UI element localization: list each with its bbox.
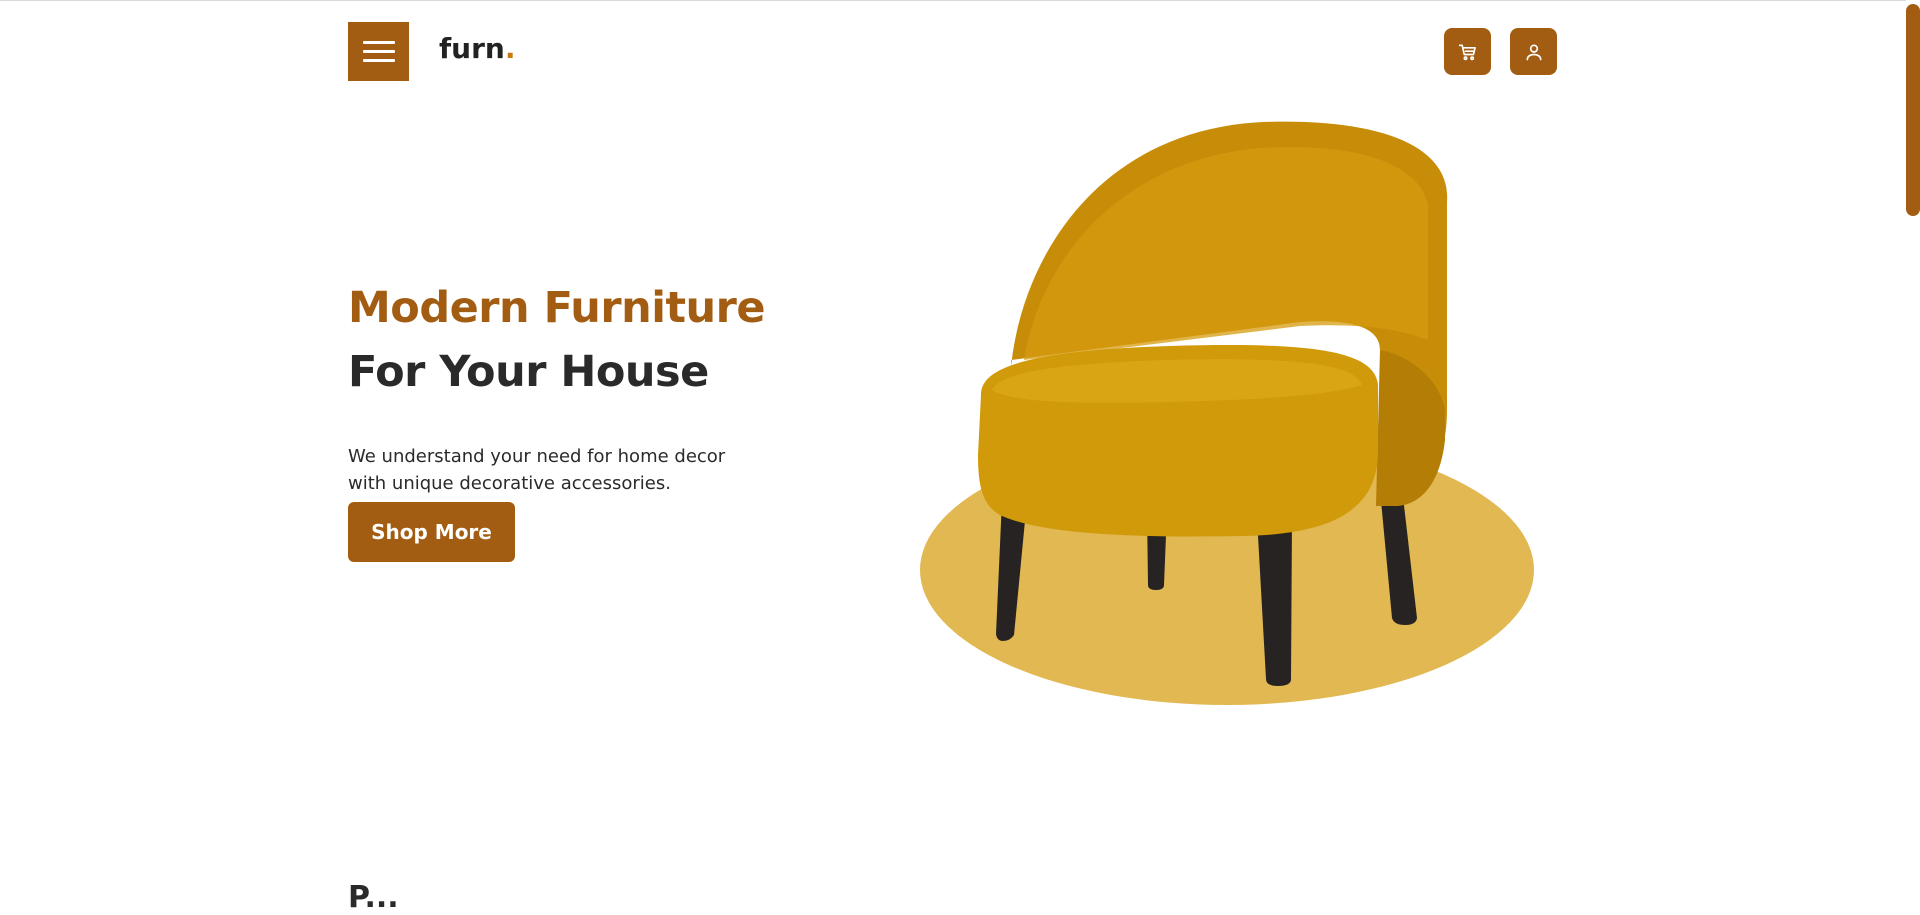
- armchair-illustration: [920, 121, 1534, 705]
- next-section-heading-cutoff: P...: [348, 880, 399, 915]
- menu-button[interactable]: [348, 22, 409, 81]
- hero-title-accent: Modern Furniture: [348, 283, 766, 333]
- cart-icon: [1458, 44, 1476, 60]
- user-button[interactable]: [1510, 28, 1557, 75]
- site-header: furn.: [348, 22, 1558, 82]
- hamburger-icon-mid: [363, 50, 395, 53]
- top-border: [0, 0, 1920, 1]
- hero-title-main: For Your House: [348, 347, 709, 397]
- hero-heading: Modern Furniture For Your House: [348, 280, 848, 400]
- page-scrollbar[interactable]: [1906, 0, 1920, 893]
- hero-description: We understand your need for home decor w…: [348, 446, 726, 494]
- hamburger-icon-bottom: [363, 59, 395, 62]
- cart-button[interactable]: [1444, 28, 1491, 75]
- logo-text: furn: [439, 32, 505, 65]
- user-icon: [1526, 44, 1541, 60]
- logo-dot: .: [504, 32, 516, 65]
- hero-image: [910, 110, 1560, 720]
- hamburger-icon: [363, 41, 395, 44]
- site-logo[interactable]: furn.: [439, 32, 516, 65]
- scrollbar-thumb[interactable]: [1906, 4, 1920, 216]
- shop-more-button[interactable]: Shop More: [348, 502, 515, 562]
